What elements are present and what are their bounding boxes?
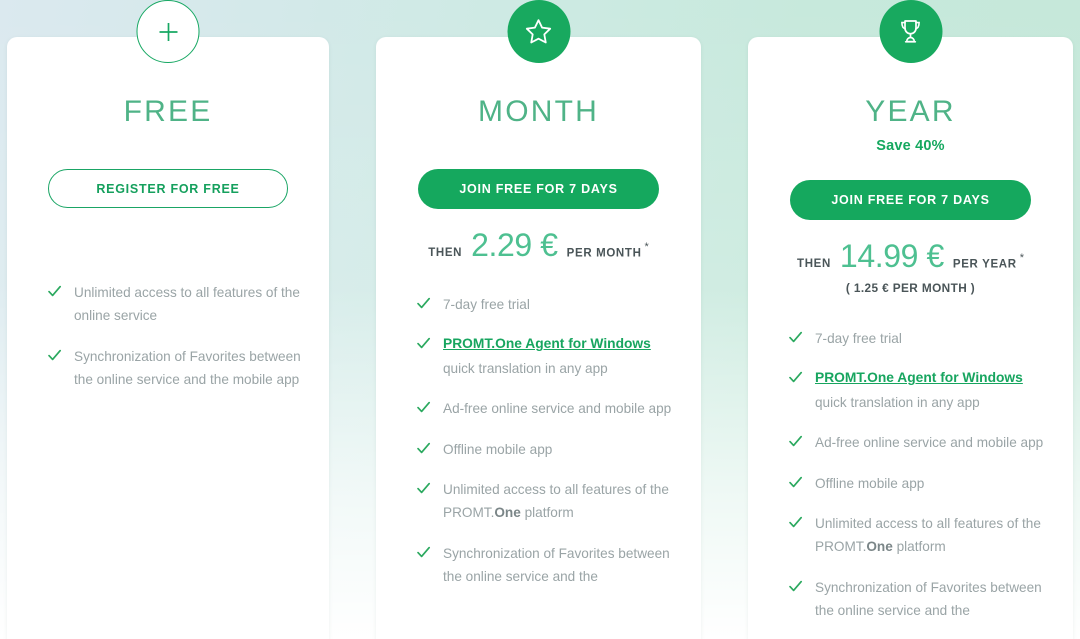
feature-text: Unlimited access to all features of the … [74,281,303,328]
join-free-trial-button-month[interactable]: JOIN FREE FOR 7 DAYS [418,169,659,209]
pricing-card-free: FREE REGISTER FOR FREE Unlimited access to… [7,0,329,639]
price-asterisk: * [1019,251,1024,264]
price-period: PER MONTH [566,247,642,259]
sub-price: ( 1.25 € PER MONTH ) [845,281,976,295]
feature-item: PROMT.One Agent for Windows quick transla… [416,333,675,380]
feature-text-part: Unlimited access to all features of the … [74,285,300,324]
check-icon [788,434,803,449]
check-icon [788,475,803,490]
feature-item: PROMT.One Agent for Windows quick transla… [788,367,1047,414]
promt-agent-link[interactable]: PROMT.One Agent for Windows [815,367,1023,388]
feature-text-part: Offline mobile app [443,441,553,457]
price-period-wrap: PER MONTH* [567,241,649,261]
feature-list-year: 7-day free trial PROMT.One Agent for Wind… [774,327,1047,622]
feature-text-emphasis: One [866,539,893,555]
feature-text-part: platform [892,539,946,555]
feature-item: Synchronization of Favorites between the… [416,542,675,589]
check-icon [788,579,803,594]
check-icon [416,441,431,456]
feature-text-part: Synchronization of Favorites between the… [815,579,1042,618]
feature-subtext: quick translation in any app [443,360,608,376]
feature-text-part: Ad-free online service and mobile app [443,401,672,417]
join-free-trial-button-year[interactable]: JOIN FREE FOR 7 DAYS [790,180,1031,220]
price-row-year: THEN 14.99 € PER YEAR* [797,240,1024,272]
feature-item: Unlimited access to all features of the … [788,512,1047,559]
feature-list-month: 7-day free trial PROMT.One Agent for Wind… [402,293,675,588]
feature-text-part: platform [520,505,574,521]
feature-item: 7-day free trial [416,293,675,316]
save-badge: Save 40% [876,138,945,154]
feature-text: Offline mobile app [815,472,924,495]
check-icon [416,336,431,351]
feature-text: Synchronization of Favorites between the… [74,345,303,392]
feature-subtext: quick translation in any app [815,394,980,410]
feature-item: Offline mobile app [788,472,1047,495]
feature-text-part: Ad-free online service and mobile app [815,435,1044,451]
promt-agent-link[interactable]: PROMT.One Agent for Windows [443,333,651,354]
price-amount: 2.29 € [471,227,558,263]
feature-text-part: Synchronization of Favorites between the… [443,545,670,584]
check-icon [416,400,431,415]
feature-text: PROMT.One Agent for Windows quick transla… [443,333,651,380]
feature-text: Ad-free online service and mobile app [815,431,1043,454]
feature-text: 7-day free trial [443,293,530,316]
feature-list-free: Unlimited access to all features of the … [33,281,303,392]
feature-item: Synchronization of Favorites between the… [47,345,303,392]
feature-item: Unlimited access to all features of the … [416,478,675,525]
check-icon [788,370,803,385]
check-icon [416,545,431,560]
plan-title-free: FREE [123,95,213,128]
pricing-plan-row: FREE REGISTER FOR FREE Unlimited access to… [0,0,1080,639]
feature-text: PROMT.One Agent for Windows quick transla… [815,367,1023,414]
check-icon [47,284,62,299]
price-row-month: THEN 2.29 € PER MONTH* [428,229,649,261]
star-icon [507,0,570,63]
feature-text: Unlimited access to all features of the … [815,512,1047,559]
price-asterisk: * [644,240,649,253]
feature-item: Ad-free online service and mobile app [788,431,1047,454]
check-icon [47,348,62,363]
price-prefix: THEN [428,247,463,259]
plan-title-year: YEAR [865,95,956,128]
plan-title-month: MONTH [478,95,599,128]
feature-item: Synchronization of Favorites between the… [788,576,1047,623]
plus-icon [136,0,200,63]
feature-text-part: Offline mobile app [815,475,925,491]
price-prefix: THEN [797,258,831,270]
check-icon [416,481,431,496]
check-icon [788,330,803,345]
feature-text-emphasis: One [494,505,521,521]
feature-item: Ad-free online service and mobile app [416,397,675,420]
feature-item: Offline mobile app [416,438,675,461]
feature-text-part: Synchronization of Favorites between the… [74,348,301,388]
trophy-icon [879,0,942,63]
feature-item: 7-day free trial [788,327,1047,350]
feature-item: Unlimited access to all features of the … [47,281,303,328]
feature-text-part: 7-day free trial [443,297,530,312]
price-period: PER YEAR [952,258,1017,270]
check-icon [416,296,431,311]
feature-text: Synchronization of Favorites between the… [443,542,675,589]
check-icon [788,515,803,530]
feature-text: Offline mobile app [443,438,552,461]
feature-text: Unlimited access to all features of the … [443,478,675,525]
feature-text: Ad-free online service and mobile app [443,397,671,420]
register-for-free-button[interactable]: REGISTER FOR FREE [48,169,288,208]
pricing-card-month: MONTH JOIN FREE FOR 7 DAYS THEN 2.29 € PER M… [376,0,701,639]
price-amount: 14.99 € [839,238,944,274]
feature-text-part: 7-day free trial [815,331,902,346]
feature-text: Synchronization of Favorites between the… [815,576,1047,623]
price-period-wrap: PER YEAR* [953,252,1024,272]
feature-text: 7-day free trial [815,327,902,350]
pricing-card-year: YEAR Save 40% JOIN FREE FOR 7 DAYS THEN 14.9… [748,0,1073,639]
